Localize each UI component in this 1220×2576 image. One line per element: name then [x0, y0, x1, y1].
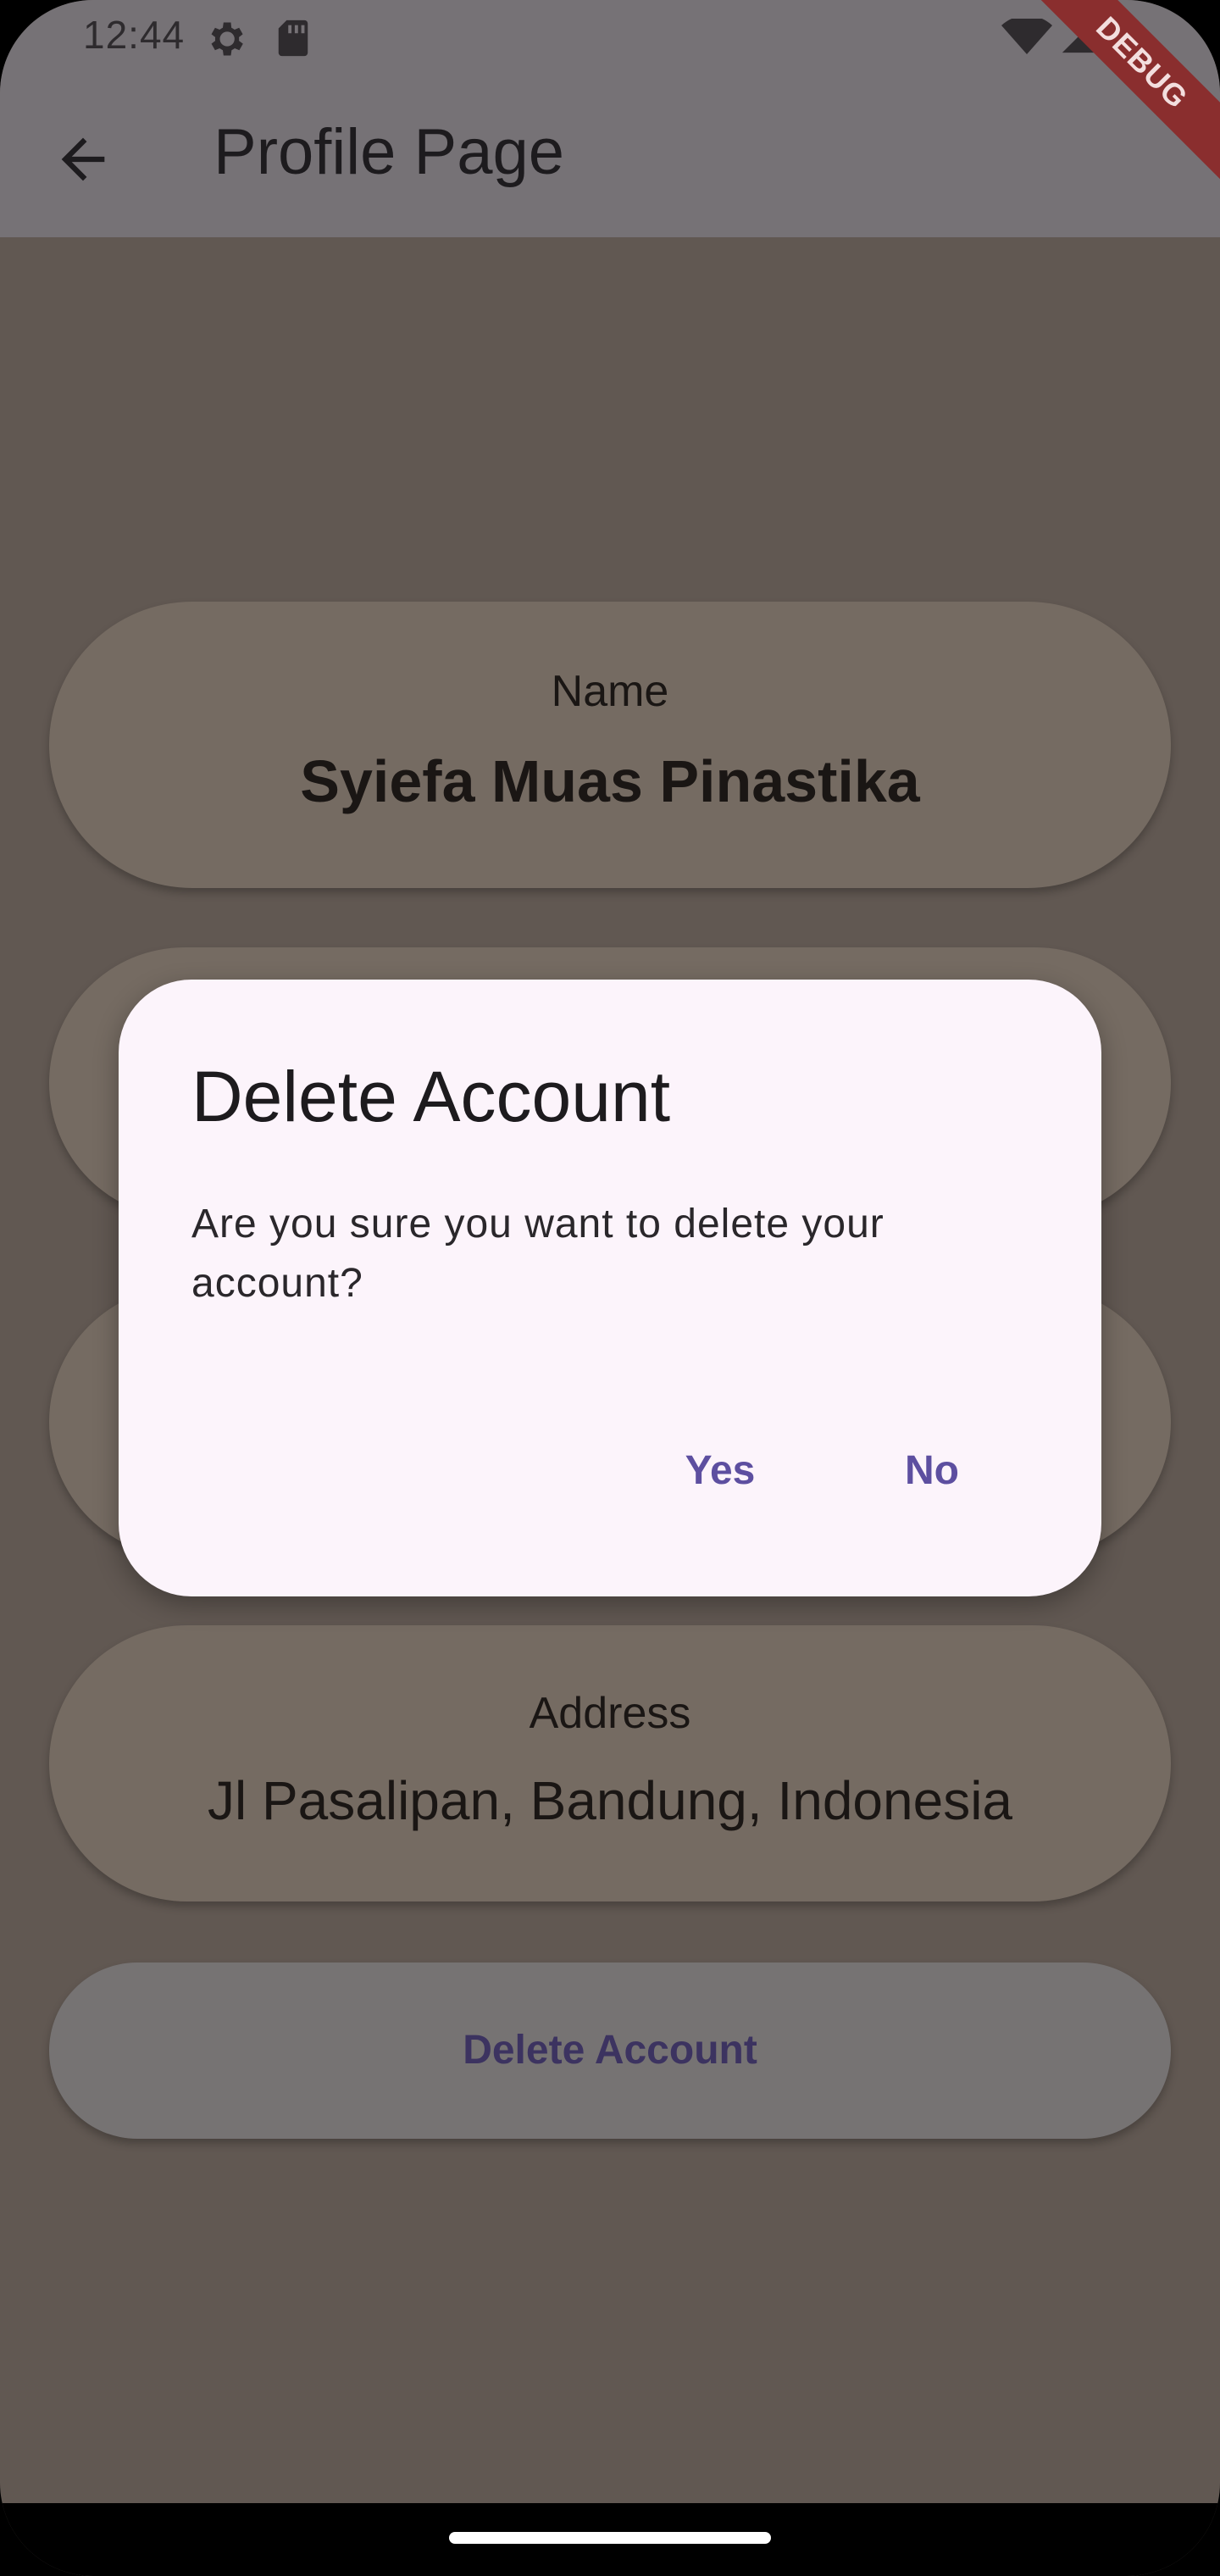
wifi-icon: [1001, 19, 1052, 54]
name-value: Syiefa Muas Pinastika: [300, 748, 920, 814]
page-title: Profile Page: [214, 116, 565, 188]
phone-screen: 12:44 Profile Page Name Syiefa Muas Pina…: [0, 0, 1220, 2576]
address-card: Address Jl Pasalipan, Bandung, Indonesia: [49, 1625, 1171, 1901]
dialog-title: Delete Account: [191, 1057, 671, 1136]
home-indicator[interactable]: [449, 2532, 771, 2544]
address-value: Jl Pasalipan, Bandung, Indonesia: [207, 1770, 1013, 1831]
navigation-bar: [0, 2503, 1220, 2576]
address-label: Address: [529, 1689, 691, 1738]
status-bar: 12:44: [0, 0, 1220, 76]
delete-account-button[interactable]: Delete Account: [49, 1963, 1171, 2139]
name-card: Name Syiefa Muas Pinastika: [49, 602, 1171, 888]
status-time: 12:44: [83, 13, 186, 57]
arrow-back-icon[interactable]: [51, 127, 115, 192]
delete-account-dialog: Delete Account Are you sure you want to …: [119, 980, 1101, 1596]
gear-icon: [211, 22, 243, 56]
name-label: Name: [551, 667, 669, 716]
app-bar: Profile Page: [0, 76, 1220, 237]
no-button[interactable]: No: [864, 1429, 1000, 1513]
yes-button[interactable]: Yes: [652, 1429, 788, 1513]
dialog-message: Are you sure you want to delete your acc…: [191, 1202, 884, 1306]
sd-card-icon: [278, 19, 308, 57]
